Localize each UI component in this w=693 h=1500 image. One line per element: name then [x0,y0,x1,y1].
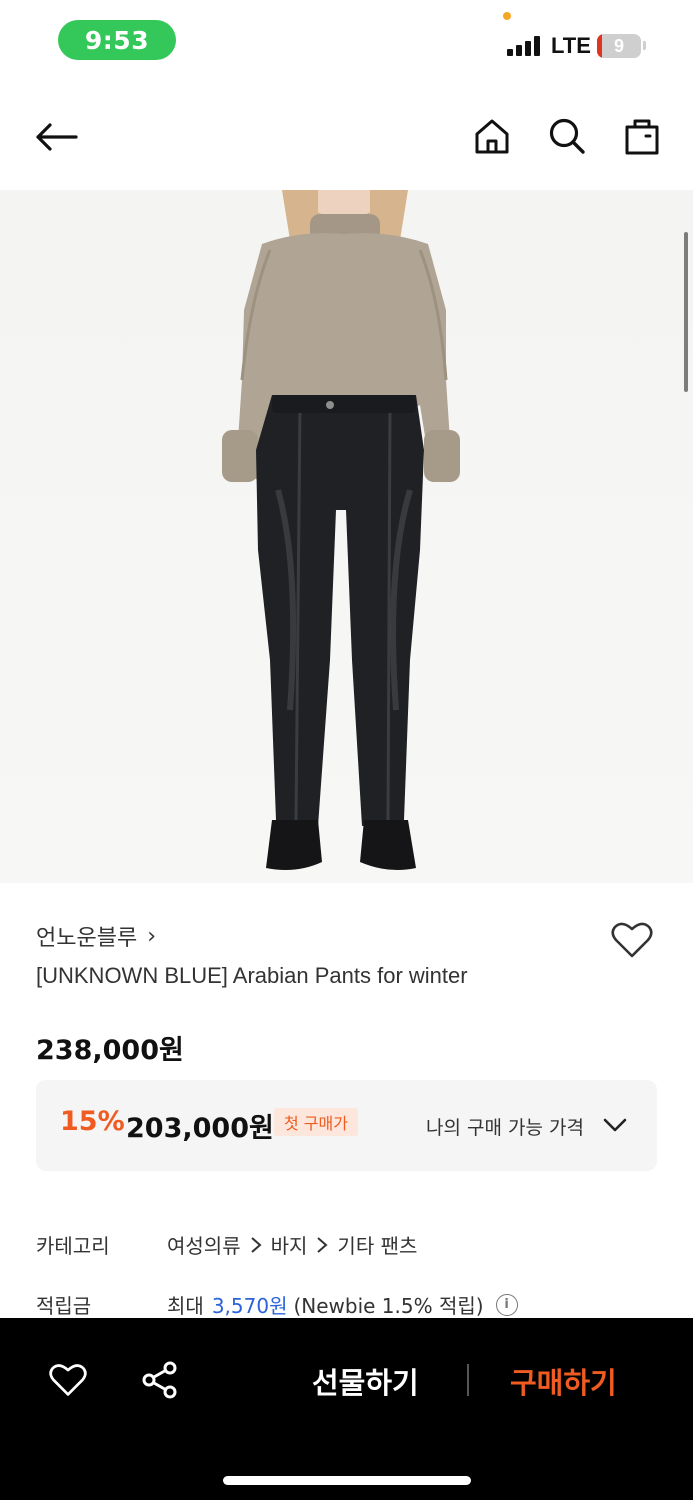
heart-icon [611,922,653,958]
first-purchase-badge: 첫 구매가 [274,1108,358,1136]
points-amount: 3,570원 [211,1294,288,1318]
signal-strength-icon [507,36,543,56]
chevron-right-icon: › [147,923,157,949]
points-prefix: 최대 [167,1294,204,1318]
arrow-left-icon [36,123,78,151]
heart-icon [49,1364,87,1396]
product-image[interactable] [0,190,693,883]
category-level-3[interactable]: 기타 팬츠 [337,1230,417,1259]
category-level-2[interactable]: 바지 [271,1230,308,1259]
home-icon [475,119,509,154]
points-note: (Newbie 1.5% 적립) [293,1294,484,1318]
bottom-action-bar: 선물하기 구매하기 [0,1318,693,1500]
battery-tip [643,41,646,50]
category-row: 카테고리 여성의류 바지 기타 팬츠 [36,1230,417,1259]
privacy-indicator-dot [503,12,511,20]
share-icon [142,1361,177,1399]
battery-level: 9 [613,35,624,56]
buy-button[interactable]: 구매하기 [510,1360,617,1402]
scroll-indicator [684,232,688,392]
battery-icon: 9 [597,34,641,58]
my-price-label: 나의 구매 가능 가격 [426,1117,584,1139]
shopping-bag-icon [625,119,659,155]
sale-price: 203,000원 [126,1113,274,1144]
chevron-down-icon [603,1118,627,1132]
home-indicator[interactable] [223,1476,471,1485]
network-type: LTE [551,33,591,58]
brand-name: 언노운블루 [36,926,138,951]
chevron-right-icon [317,1236,328,1253]
points-label: 적립금 [36,1294,92,1318]
category-level-1[interactable]: 여성의류 [167,1230,241,1259]
divider [467,1364,469,1396]
back-button[interactable] [30,116,82,158]
points-value: 최대 3,570원 (Newbie 1.5% 적립) i [167,1290,518,1319]
shopping-bag-button[interactable] [620,114,664,158]
brand-link[interactable]: 언노운블루 › [36,920,156,952]
home-button[interactable] [470,114,514,158]
wishlist-button[interactable] [610,918,654,962]
category-label: 카테고리 [36,1234,110,1258]
top-navigation [0,100,693,180]
product-photo-illustration [222,190,460,870]
discount-rate: 15% [60,1106,125,1137]
info-icon[interactable]: i [495,1293,518,1316]
status-bar: 9:53 LTE 9 [0,0,693,80]
search-button[interactable] [545,114,589,158]
gift-button[interactable]: 선물하기 [312,1360,419,1402]
status-time: 9:53 [58,20,176,60]
category-breadcrumb: 여성의류 바지 기타 팬츠 [167,1230,417,1259]
price-box[interactable]: 15% 203,000원 첫 구매가 나의 구매 가능 가격 [36,1080,657,1171]
bottom-wishlist-button[interactable] [46,1358,90,1402]
points-row: 적립금 최대 3,570원 (Newbie 1.5% 적립) i [36,1290,518,1319]
share-button[interactable] [138,1358,182,1402]
search-icon [549,118,585,154]
product-title: [UNKNOWN BLUE] Arabian Pants for winter [36,963,468,988]
chevron-right-icon [250,1236,262,1253]
original-price: 238,000원 [36,1035,184,1066]
